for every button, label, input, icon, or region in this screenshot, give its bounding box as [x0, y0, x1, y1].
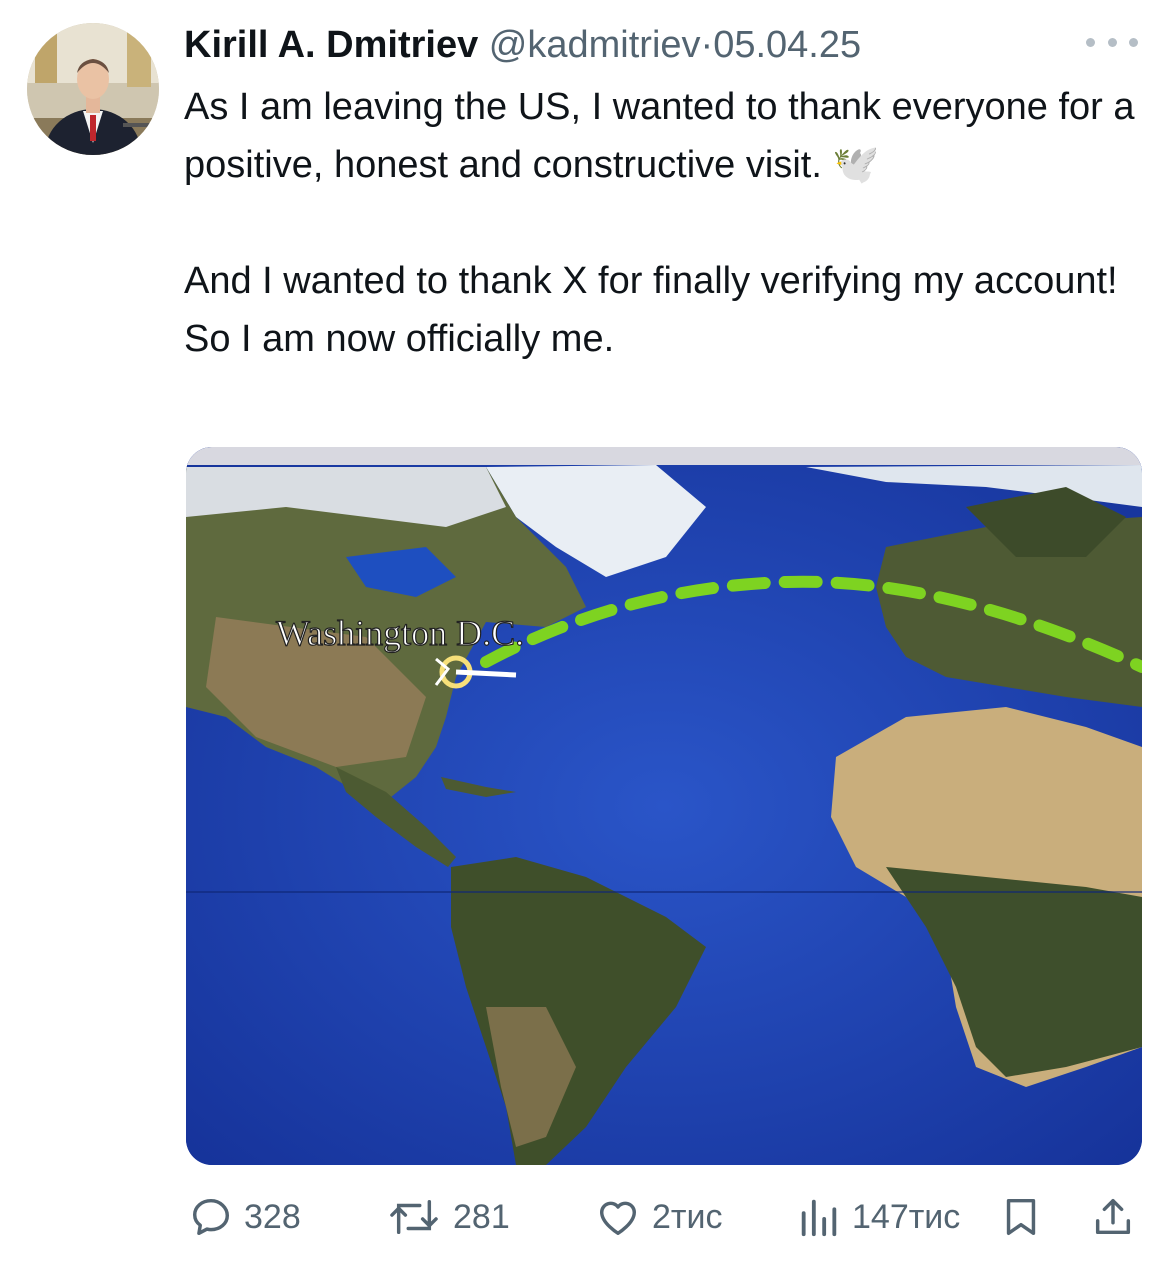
views-count: 147тис — [852, 1197, 961, 1236]
tweet-media-image[interactable]: Washington D.C. — [186, 447, 1142, 1165]
reply-icon — [192, 1198, 230, 1236]
like-button[interactable]: 2тис — [594, 1192, 722, 1242]
ellipsis-icon[interactable] — [1086, 30, 1138, 54]
bookmark-button[interactable] — [998, 1192, 1044, 1242]
reply-count: 328 — [244, 1197, 301, 1236]
repost-icon — [390, 1199, 438, 1235]
tweet-date[interactable]: 05.04.25 — [713, 24, 861, 66]
bookmark-icon — [1006, 1198, 1036, 1236]
tweet-paragraph-2: And I wanted to thank X for finally veri… — [184, 260, 1118, 360]
tweet-header: Kirill A. Dmitriev @kadmitriev·05.04.25 — [184, 22, 861, 68]
heart-icon — [599, 1201, 637, 1236]
action-bar: 328 281 2тис 147тис — [0, 1192, 1170, 1242]
profile-photo — [27, 23, 159, 155]
world-map-image: Washington D.C. — [186, 447, 1142, 1165]
map-label: Washington D.C. — [276, 613, 524, 653]
share-icon — [1095, 1198, 1131, 1235]
views-button[interactable]: 147тис — [796, 1192, 960, 1242]
tweet-paragraph-1: As I am leaving the US, I wanted to than… — [184, 86, 1135, 186]
header-separator: · — [700, 24, 714, 66]
repost-count: 281 — [453, 1197, 510, 1236]
share-button[interactable] — [1090, 1192, 1136, 1242]
views-chart-icon — [801, 1199, 837, 1237]
tweet-text: As I am leaving the US, I wanted to than… — [184, 78, 1144, 368]
reply-button[interactable]: 328 — [188, 1192, 301, 1242]
like-count: 2тис — [652, 1197, 723, 1236]
author-name[interactable]: Kirill A. Dmitriev — [184, 24, 478, 66]
repost-button[interactable]: 281 — [385, 1192, 510, 1242]
author-handle[interactable]: @kadmitriev — [489, 24, 701, 66]
avatar[interactable] — [27, 23, 159, 155]
